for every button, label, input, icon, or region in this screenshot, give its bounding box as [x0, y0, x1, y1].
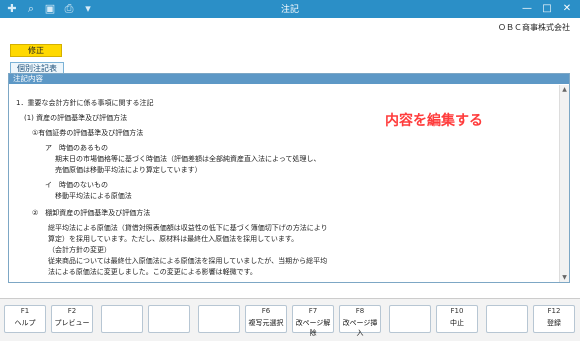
note-line: 算定）を採用しています。ただし、原材料は最終仕入原価法を採用しています。 [48, 235, 299, 243]
note-line: 売価原価は移動平均法により算定しています） [55, 166, 202, 174]
f12-register-button[interactable]: F12 登録 [533, 305, 575, 333]
f6-copy-source-button[interactable]: F6 複写元選択 [245, 305, 287, 333]
maximize-button[interactable]: □ [538, 1, 556, 17]
f4-button[interactable] [148, 305, 190, 333]
f2-preview-button[interactable]: F2 プレビュー [51, 305, 93, 333]
panel-header: 注記内容 [9, 74, 569, 84]
note-line: 移動平均法による原価法 [55, 192, 132, 200]
note-line: 1．重要な会計方針に係る事項に関する注記 [16, 99, 154, 107]
f1-help-button[interactable]: F1 ヘルプ [4, 305, 46, 333]
title-bar: ✚ ⌕ ▣ ⎙ ▾ 注記 — □ ✕ [0, 0, 580, 18]
vertical-scrollbar[interactable]: ▲ ▼ [559, 85, 569, 282]
scroll-down-icon[interactable]: ▼ [560, 273, 569, 282]
f9-button[interactable] [389, 305, 431, 333]
note-line: 従来商品については最終仕入原価法による原価法を採用していましたが、当期から総平均 [48, 257, 328, 265]
company-name: ＯＢＣ商事株式会社 [498, 23, 570, 32]
f11-button[interactable] [486, 305, 528, 333]
note-line: イ 時価のないもの [45, 181, 108, 189]
mode-badge: 修正 [10, 44, 62, 57]
f5-button[interactable] [198, 305, 240, 333]
note-line: ①有価証券の評価基準及び評価方法 [32, 129, 144, 137]
f10-cancel-button[interactable]: F10 中止 [436, 305, 478, 333]
note-line: ② 棚卸資産の評価基準及び評価方法 [32, 209, 151, 217]
note-line: 法による原価法に変更しました。この変更による影響は軽微です。 [48, 268, 257, 276]
edit-annotation: 内容を編集する [385, 113, 483, 129]
notes-panel: 注記内容 1．重要な会計方針に係る事項に関する注記 (1) 資産の評価基準及び評… [8, 73, 570, 283]
close-button[interactable]: ✕ [558, 1, 576, 17]
minimize-button[interactable]: — [518, 1, 536, 17]
f7-remove-page-break-button[interactable]: F7 改ページ解除 [292, 305, 334, 337]
note-line: 総平均法による原価法（貸借対照表価額は収益性の低下に基づく簿価切下げの方法により [48, 224, 328, 232]
f3-button[interactable] [101, 305, 143, 333]
note-line: 期末日の市場価格等に基づく時価法（評価差額は全部純資産直入法によって処理し、 [55, 155, 321, 163]
note-line: (1) 資産の評価基準及び評価方法 [24, 114, 128, 122]
window-title: 注記 [280, 5, 299, 15]
f8-insert-page-break-button[interactable]: F8 改ページ挿入 [339, 305, 381, 337]
function-key-bar: F1 ヘルプ F2 プレビュー F6 複写元選択 F7 改ページ解除 F8 改ページ挿入 … [0, 298, 580, 341]
scroll-up-icon[interactable]: ▲ [560, 85, 569, 94]
note-line: （会計方針の変更） [48, 246, 111, 254]
note-line: ア 時価のあるもの [45, 144, 108, 152]
